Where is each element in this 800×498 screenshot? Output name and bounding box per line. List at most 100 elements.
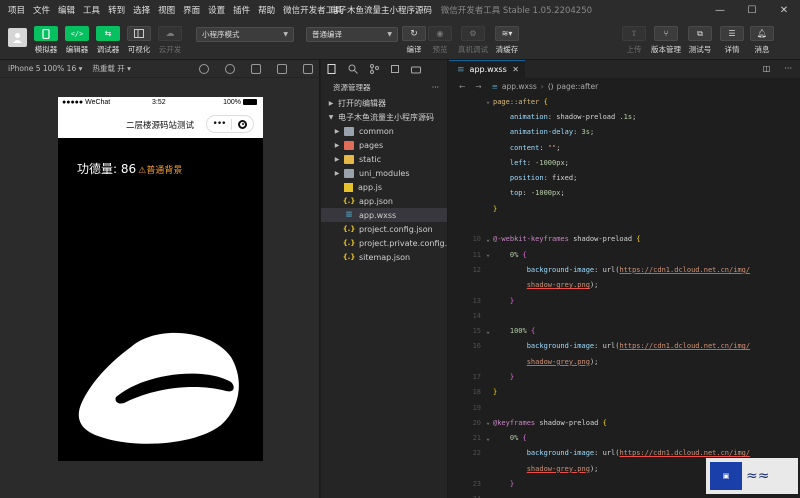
more-actions-icon[interactable]: ··· xyxy=(784,64,792,73)
mode-select[interactable]: 小程序模式 ▼ xyxy=(196,27,294,42)
test-account-label: 测试号 xyxy=(688,45,712,54)
tree-item[interactable]: ≡ app.wxss xyxy=(321,208,447,222)
code-area[interactable]: ⌄ page::after { animation: shadow-preload… xyxy=(449,94,800,498)
debug-icon[interactable] xyxy=(390,64,400,74)
tree-item[interactable]: app.js xyxy=(321,180,447,194)
remote-debug-button[interactable]: ⚙ 真机调试 xyxy=(457,26,489,55)
breadcrumb-file[interactable]: app.wxss xyxy=(502,82,537,91)
breadcrumb-symbol[interactable]: page::after xyxy=(557,82,599,91)
menu-item[interactable]: 插件 xyxy=(229,4,254,16)
tab-app-wxss[interactable]: ≡ app.wxss ✕ xyxy=(449,60,525,78)
line-number: 17 xyxy=(472,372,481,381)
git-icon[interactable] xyxy=(369,64,379,74)
fold-chevron-icon[interactable]: ⌄ xyxy=(483,251,493,258)
debugger-button[interactable]: ⇆ 调试器 xyxy=(92,26,124,55)
code-line: content: ""; xyxy=(449,140,800,155)
tree-item[interactable]: {.}project.private.config.js... xyxy=(321,236,447,250)
compile-mode-select[interactable]: 普通编译 ▼ xyxy=(306,27,398,42)
forward-arrow-icon[interactable]: → xyxy=(475,82,481,91)
menu-item[interactable]: 文件 xyxy=(29,4,54,16)
close-target-icon[interactable] xyxy=(238,119,247,129)
details-button[interactable]: ☰ 详情 xyxy=(716,26,748,55)
visualize-button[interactable]: 可视化 xyxy=(123,26,155,55)
chevron-right-icon: ▶ xyxy=(334,127,340,135)
hot-reload-toggle[interactable]: 热重载 开 ▾ xyxy=(92,63,131,74)
tree-item[interactable]: {.} project.config.json xyxy=(321,222,447,236)
clear-cache-button[interactable]: ≋▾ 清缓存 xyxy=(491,26,523,55)
editor-button[interactable]: </> 编辑器 xyxy=(61,26,93,55)
menu-item[interactable]: 帮助 xyxy=(254,4,279,16)
close-button[interactable]: ✕ xyxy=(768,0,800,20)
menu-item[interactable]: 视图 xyxy=(154,4,179,16)
fold-chevron-icon[interactable]: ⌄ xyxy=(483,419,493,426)
code-line: 17 } xyxy=(449,369,800,384)
search-icon[interactable] xyxy=(348,64,358,74)
menu-item[interactable]: 转到 xyxy=(104,4,129,16)
cloud-button[interactable]: ☁ 云开发 xyxy=(154,26,186,55)
background-mode-toggle[interactable]: ⚠普通背景 xyxy=(138,166,182,176)
test-account-button[interactable]: ⧉ 测试号 xyxy=(684,26,716,55)
menu-item[interactable]: 选择 xyxy=(129,4,154,16)
user-avatar[interactable] xyxy=(8,28,27,47)
fold-chevron-icon[interactable]: ⌄ xyxy=(483,236,493,243)
stop-icon[interactable] xyxy=(225,64,235,74)
fold-chevron-icon[interactable]: ⌄ xyxy=(483,435,493,442)
split-editor-icon[interactable]: ◫ xyxy=(763,64,771,73)
tree-item[interactable]: ▶ pages xyxy=(321,138,447,152)
branch-icon: ⑂ xyxy=(663,29,669,38)
back-arrow-icon[interactable]: ← xyxy=(459,82,465,91)
code-line: 16 background-image: url(https://cdn1.dc… xyxy=(449,339,800,354)
files-icon[interactable] xyxy=(327,64,337,74)
menu-item[interactable]: 设置 xyxy=(204,4,229,16)
project-root[interactable]: ▼ 电子木鱼流量主小程序源码 xyxy=(321,110,447,124)
tree-item[interactable]: ▶ common xyxy=(321,124,447,138)
version-management-button[interactable]: ⑂ 版本管理 xyxy=(650,26,682,55)
simulator-controls xyxy=(183,64,313,74)
tree-item[interactable]: {.} app.json xyxy=(321,194,447,208)
menu-item[interactable]: 工具 xyxy=(79,4,104,16)
popout-icon[interactable] xyxy=(303,64,313,74)
extensions-icon[interactable] xyxy=(411,64,421,74)
tree-item[interactable]: {.} sitemap.json xyxy=(321,250,447,264)
wooden-fish-image[interactable] xyxy=(76,327,241,447)
menu-item[interactable]: 项目 xyxy=(0,4,29,16)
tree-item-label: app.json xyxy=(359,196,393,206)
code-text: } xyxy=(493,388,498,397)
tree-item-label: app.wxss xyxy=(359,210,397,220)
menu-item[interactable]: 界面 xyxy=(179,4,204,16)
simulator-button[interactable]: 模拟器 xyxy=(30,26,62,55)
explorer-header: 资源管理器 ··· xyxy=(321,78,447,96)
battery-text: 100% xyxy=(223,99,241,106)
code-line: top: -1000px; xyxy=(449,186,800,201)
phone-icon[interactable] xyxy=(251,64,261,74)
open-editors-section[interactable]: ▶ 打开的编辑器 xyxy=(321,96,447,110)
preview-button[interactable]: ◉ 预览 xyxy=(424,26,456,55)
toolbar: 模拟器 </> 编辑器 ⇆ 调试器 可视化 ☁ 云开发 小程序模式 ▼ 普通编译 ▼… xyxy=(0,20,800,60)
swap-icon: ⇆ xyxy=(104,29,112,38)
tree-item-label: pages xyxy=(359,140,384,150)
upload-button[interactable]: ⇧ 上传 xyxy=(618,26,650,55)
watermark-logo: ▣ xyxy=(710,462,742,490)
more-icon[interactable]: ••• xyxy=(207,120,231,129)
json-file-icon: {.} xyxy=(342,239,356,247)
reload-icon[interactable] xyxy=(199,64,209,74)
compile-label: 编译 xyxy=(406,45,422,54)
messages-button[interactable]: 🔔︎ 消息 xyxy=(746,26,778,55)
fold-chevron-icon[interactable]: ⌄ xyxy=(483,98,493,105)
upload-icon: ⇧ xyxy=(630,29,638,38)
more-actions-icon[interactable]: ··· xyxy=(432,83,439,92)
device-select[interactable]: iPhone 5 100% 16 ▾ xyxy=(8,64,82,73)
fold-chevron-icon[interactable]: ⌄ xyxy=(483,328,493,335)
code-text: content: ""; xyxy=(509,143,561,152)
line-number: 10 xyxy=(472,235,481,244)
close-tab-icon[interactable]: ✕ xyxy=(512,65,519,74)
maximize-button[interactable]: ☐ xyxy=(736,0,768,20)
css-file-icon: ≡ xyxy=(345,210,353,220)
menu-item[interactable]: 编辑 xyxy=(54,4,79,16)
window-icon[interactable] xyxy=(277,64,287,74)
nav-title: 二层楼源码站测试 xyxy=(126,121,195,131)
tree-item[interactable]: ▶ uni_modules xyxy=(321,166,447,180)
minimize-button[interactable]: — xyxy=(704,0,736,20)
gear-icon: ⚙ xyxy=(469,29,477,38)
tree-item[interactable]: ▶ static xyxy=(321,152,447,166)
